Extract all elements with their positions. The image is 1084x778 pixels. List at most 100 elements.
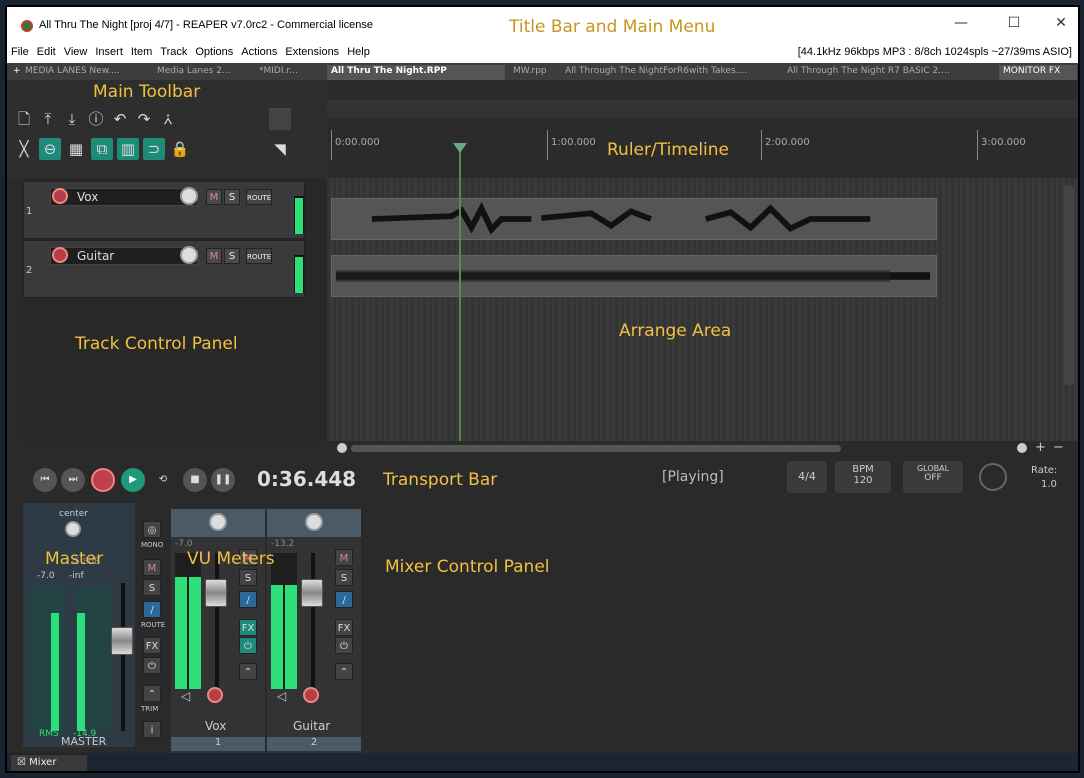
play-icon[interactable]: ▶	[121, 468, 145, 492]
horizontal-scrollbar[interactable]: + −	[337, 440, 1077, 455]
mute-button[interactable]: M	[206, 248, 222, 264]
vertical-scrollbar[interactable]	[1064, 185, 1074, 385]
envelope-icon[interactable]: ⌃	[335, 663, 353, 680]
master-route-icon[interactable]: /	[143, 601, 161, 618]
menu-options[interactable]: Options	[191, 43, 237, 58]
speaker-icon[interactable]: ◁	[181, 689, 190, 703]
volume-fader[interactable]	[205, 579, 227, 607]
new-project-icon[interactable]: 🗋	[13, 108, 35, 130]
undo-icon[interactable]: ↶	[109, 108, 131, 130]
project-tab-active[interactable]: All Thru The Night.RPP	[327, 65, 505, 80]
info-icon[interactable]: ⓘ	[85, 108, 107, 130]
repeat-icon[interactable]: ⟲	[151, 468, 175, 492]
track-1[interactable]: 1 Vox M S ROUTE	[23, 181, 305, 239]
pan-knob[interactable]	[209, 513, 227, 531]
go-to-end-icon[interactable]: ⏭	[61, 468, 85, 492]
blank-icon[interactable]	[269, 108, 291, 130]
ruler-timeline[interactable]: 0:00.000 1:00.000 2:00.000 3:00.000 Rule…	[327, 80, 1078, 178]
route-button[interactable]: ROUTE	[246, 248, 272, 264]
power-icon[interactable]: ⏻	[143, 657, 161, 674]
playhead-marker[interactable]	[453, 143, 467, 153]
grid-icon[interactable]: ▦	[65, 138, 87, 160]
rate-knob[interactable]	[979, 463, 1007, 491]
mono-icon[interactable]: ◎	[143, 521, 161, 538]
project-tab[interactable]: All Through The Night R7 BASIC 2....	[783, 65, 995, 80]
ripple-icon[interactable]: ⧉	[91, 138, 113, 160]
minimize-button[interactable]: —	[951, 15, 971, 31]
project-tab[interactable]: MEDIA LANES New....	[21, 65, 151, 80]
menu-insert[interactable]: Insert	[91, 43, 127, 58]
master-mute-button[interactable]: M	[143, 559, 161, 576]
ruler-region-band[interactable]	[327, 100, 1078, 118]
volume-knob[interactable]	[180, 246, 198, 264]
save-icon[interactable]: ⤒	[37, 108, 59, 130]
record-icon[interactable]	[91, 468, 115, 492]
project-tab[interactable]: MW.rpp	[509, 65, 559, 80]
scroll-left-icon[interactable]	[337, 443, 347, 453]
monitor-fx-button[interactable]: MONITOR FX	[999, 65, 1077, 80]
record-arm-icon[interactable]	[52, 188, 68, 204]
snap-grid-icon[interactable]: ▥	[117, 138, 139, 160]
power-icon[interactable]: ⏻	[335, 637, 353, 654]
route-icon[interactable]: /	[335, 591, 353, 608]
bpm-box[interactable]: BPM 120	[835, 461, 891, 493]
playhead-line[interactable]	[459, 150, 461, 441]
master-info-button[interactable]: i	[143, 721, 161, 738]
stop-icon[interactable]: ■	[183, 468, 207, 492]
menu-help[interactable]: Help	[343, 43, 374, 58]
envelope-icon[interactable]: ⌃	[239, 663, 257, 680]
link-icon[interactable]: ⊖	[39, 138, 61, 160]
solo-button[interactable]: S	[239, 569, 257, 586]
project-tab[interactable]: All Through The NightForR6with Takes....	[561, 65, 781, 80]
solo-button[interactable]: S	[224, 248, 240, 264]
time-signature[interactable]: 4/4	[787, 461, 827, 493]
envelope-icon[interactable]: ⌃	[143, 685, 161, 702]
maximize-button[interactable]: ☐	[1004, 15, 1024, 31]
mixer-tab[interactable]: ☒ Mixer	[11, 755, 87, 771]
pause-icon[interactable]: ❚❚	[211, 468, 235, 492]
mute-button[interactable]: M	[335, 549, 353, 566]
volume-knob[interactable]	[180, 187, 198, 205]
route-button[interactable]: ROUTE	[246, 189, 272, 205]
media-item-guitar[interactable]	[331, 255, 937, 297]
project-tab[interactable]: Media Lanes 2...	[153, 65, 253, 80]
mute-button[interactable]: M	[206, 189, 222, 205]
menu-file[interactable]: File	[7, 43, 33, 58]
master-pan-knob[interactable]	[65, 521, 81, 537]
menu-track[interactable]: Track	[156, 43, 191, 58]
record-arm-icon[interactable]	[207, 687, 223, 703]
route-icon[interactable]: /	[239, 591, 257, 608]
open-icon[interactable]: ⤓	[61, 108, 83, 130]
menu-view[interactable]: View	[60, 43, 92, 58]
fx-button[interactable]: FX	[239, 619, 257, 636]
master-fx-button[interactable]: FX	[143, 637, 161, 654]
project-tab[interactable]: *MIDI.r...	[255, 65, 325, 80]
power-icon[interactable]: ⏻	[239, 637, 257, 654]
menu-actions[interactable]: Actions	[237, 43, 281, 58]
pan-knob[interactable]	[305, 513, 323, 531]
track-name[interactable]: Guitar	[50, 247, 198, 265]
transport-clock[interactable]: 0:36.448	[257, 467, 356, 491]
record-arm-icon[interactable]	[52, 247, 68, 263]
scroll-thumb[interactable]	[351, 445, 841, 452]
menu-item[interactable]: Item	[127, 43, 156, 58]
metronome-icon[interactable]: ⩑	[157, 108, 179, 130]
go-to-start-icon[interactable]: ⏮	[33, 468, 57, 492]
redo-icon[interactable]: ↷	[133, 108, 155, 130]
media-item-vox[interactable]	[331, 198, 937, 240]
loop-icon[interactable]: ⊃	[143, 138, 165, 160]
menu-extensions[interactable]: Extensions	[281, 43, 343, 58]
envelope-icon[interactable]: ◥	[269, 138, 291, 160]
scroll-right-icon[interactable]	[1017, 443, 1027, 453]
close-button[interactable]: ✕	[1051, 15, 1071, 31]
volume-fader[interactable]	[301, 579, 323, 607]
solo-button[interactable]: S	[335, 569, 353, 586]
track-2[interactable]: 2 Guitar M S ROUTE	[23, 240, 305, 298]
fx-button[interactable]: FX	[335, 619, 353, 636]
track-name[interactable]: Vox	[50, 188, 198, 206]
speaker-icon[interactable]: ◁	[277, 689, 286, 703]
crossfade-icon[interactable]: ╳	[13, 138, 35, 160]
master-solo-button[interactable]: S	[143, 579, 161, 596]
solo-button[interactable]: S	[224, 189, 240, 205]
master-fader[interactable]	[111, 627, 133, 655]
